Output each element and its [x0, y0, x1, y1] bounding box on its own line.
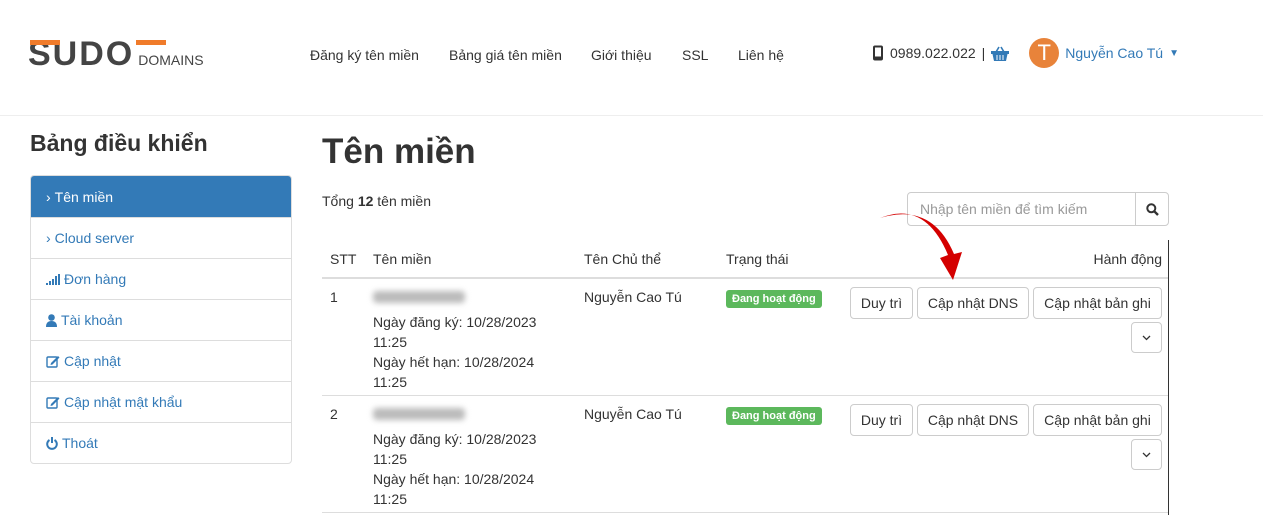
sidebar-item-label: Thoát [62, 435, 98, 451]
expiry-date: Ngày hết hạn: 10/28/2024 [373, 471, 535, 487]
sidebar-item-label: Cập nhật mật khẩu [64, 394, 183, 410]
sidebar-title: Bảng điều khiển [30, 130, 208, 156]
expiry-time: 11:25 [373, 374, 407, 390]
more-actions-dropdown[interactable] [1131, 439, 1162, 470]
renew-button[interactable]: Duy trì [850, 287, 913, 319]
row-divider [322, 395, 1168, 396]
status-badge: Đang hoạt động [726, 407, 822, 425]
update-records-button[interactable]: Cập nhật bản ghi [1033, 404, 1162, 436]
sidebar-item-label: Cloud server [54, 230, 135, 246]
row-divider [322, 512, 1168, 513]
separator: | [981, 45, 986, 61]
row-domain-info: Ngày đăng ký: 10/28/2023 11:25 Ngày hết … [373, 287, 536, 392]
avatar[interactable]: T [1029, 38, 1060, 68]
sidebar-item-label: Tên miền [54, 188, 114, 205]
col-stt: STT [330, 251, 357, 267]
sidebar-item-label: Đơn hàng [64, 271, 127, 287]
total-prefix: Tổng [322, 193, 358, 209]
sidebar-item-update[interactable]: Cập nhật [31, 340, 291, 381]
update-dns-button[interactable]: Cập nhật DNS [917, 404, 1029, 436]
sidebar-item-label: Cập nhật [64, 353, 121, 369]
domain-total: Tổng 12 tên miền [322, 193, 431, 209]
total-suffix: tên miền [373, 193, 431, 209]
col-owner: Tên Chủ thể [584, 251, 662, 267]
sidebar-item-domains[interactable]: › Tên miền [31, 176, 291, 217]
caret-down-icon[interactable]: ▼ [1169, 48, 1179, 59]
header-contact: 0989.022.022 | T Nguyễn Cao Tú ▼ [872, 38, 1179, 68]
update-dns-button[interactable]: Cập nhật DNS [917, 287, 1029, 319]
logo[interactable]: SUDO DOMAINS [28, 35, 204, 73]
col-status: Trạng thái [726, 251, 789, 267]
signal-icon [46, 273, 60, 285]
row-owner: Nguyễn Cao Tú [584, 406, 682, 422]
expiry-date: Ngày hết hạn: 10/28/2024 [373, 354, 535, 370]
search-button[interactable] [1135, 192, 1169, 226]
sidebar-menu: › Tên miền › Cloud server Đơn hàng Tài kho… [30, 175, 292, 464]
nav-ssl[interactable]: SSL [682, 47, 708, 63]
domain-name-redacted[interactable] [373, 408, 465, 420]
sidebar-item-cloud-server[interactable]: › Cloud server [31, 217, 291, 258]
chevron-down-icon [1142, 452, 1151, 457]
row-stt: 2 [330, 406, 338, 422]
phone-number[interactable]: 0989.022.022 [890, 45, 976, 61]
row-domain-info: Ngày đăng ký: 10/28/2023 11:25 Ngày hết … [373, 404, 536, 509]
update-records-button[interactable]: Cập nhật bản ghi [1033, 287, 1162, 319]
registration-date: Ngày đăng ký: 10/28/2023 [373, 314, 537, 330]
logo-sub: DOMAINS [138, 52, 204, 68]
more-actions-dropdown[interactable] [1131, 322, 1162, 353]
site-header: SUDO DOMAINS Đăng ký tên miền Bảng giá t… [0, 0, 1263, 116]
nav-about[interactable]: Giới thiệu [591, 47, 652, 63]
search-icon [1145, 202, 1159, 216]
row-owner: Nguyễn Cao Tú [584, 289, 682, 305]
nav-domain-pricing[interactable]: Bảng giá tên miền [449, 47, 562, 63]
sidebar-item-change-password[interactable]: Cập nhật mật khẩu [31, 381, 291, 422]
status-badge: Đang hoạt động [726, 290, 822, 308]
power-icon [46, 436, 58, 450]
nav-register-domain[interactable]: Đăng ký tên miền [310, 47, 419, 63]
col-domain: Tên miền [373, 251, 432, 267]
total-count: 12 [357, 193, 374, 209]
shopping-basket-icon[interactable] [991, 46, 1010, 61]
domain-name-redacted[interactable] [373, 291, 465, 303]
nav-contact[interactable]: Liên hệ [738, 47, 784, 63]
chevron-right-icon: › [46, 188, 51, 205]
table-edge [1168, 240, 1169, 515]
row-stt: 1 [330, 289, 338, 305]
sidebar-item-label: Tài khoản [61, 312, 123, 328]
sidebar-item-account[interactable]: Tài khoản [31, 299, 291, 340]
col-actions: Hành động [1093, 251, 1162, 267]
edit-icon [46, 355, 60, 368]
registration-time: 11:25 [373, 451, 407, 467]
expiry-time: 11:25 [373, 491, 407, 507]
user-icon [46, 313, 57, 327]
chevron-right-icon: › [46, 230, 51, 246]
registration-time: 11:25 [373, 334, 407, 350]
page-title: Tên miền [322, 132, 476, 171]
renew-button[interactable]: Duy trì [850, 404, 913, 436]
logo-main: SUDO [28, 35, 167, 73]
mobile-phone-icon [873, 45, 883, 61]
registration-date: Ngày đăng ký: 10/28/2023 [373, 431, 537, 447]
sidebar-item-orders[interactable]: Đơn hàng [31, 258, 291, 299]
red-arrow-annotation [880, 213, 962, 280]
sidebar-item-logout[interactable]: Thoát [31, 422, 291, 463]
header-divider [322, 277, 1168, 279]
user-menu[interactable]: Nguyễn Cao Tú [1065, 45, 1163, 61]
chevron-down-icon [1142, 335, 1151, 340]
edit-icon [46, 396, 60, 409]
